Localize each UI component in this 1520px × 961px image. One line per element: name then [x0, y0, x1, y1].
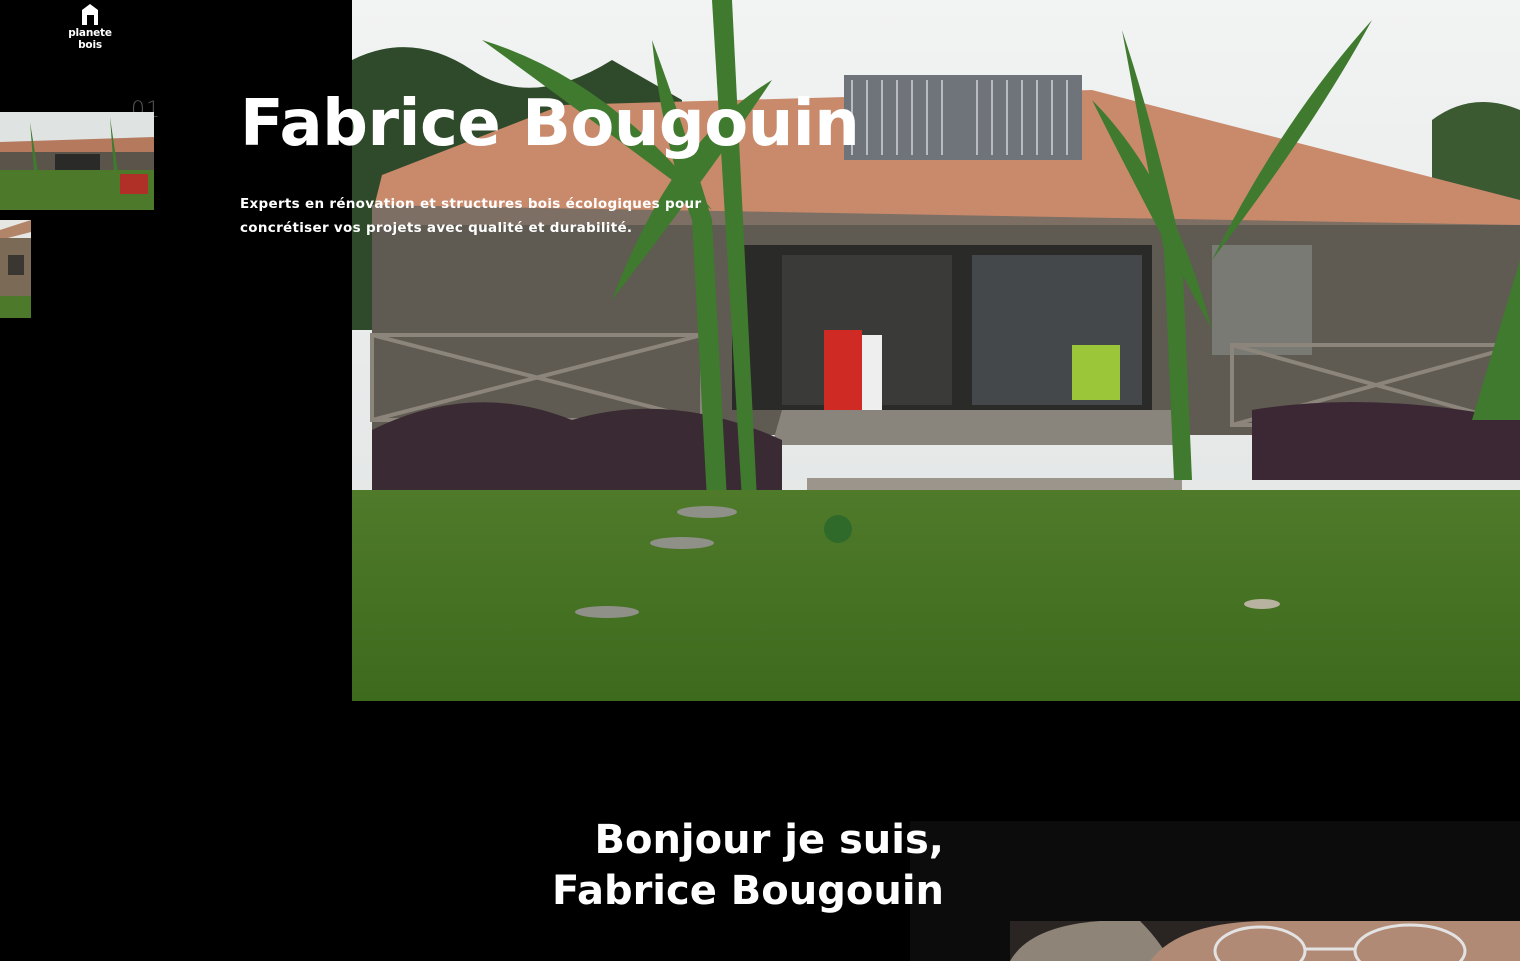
house-logo-icon — [82, 4, 98, 25]
hero-title: Fabrice Bougouin — [240, 87, 860, 161]
brand-logo[interactable]: planete bois — [56, 2, 124, 51]
intro-line-2: Fabrice Bougouin — [551, 868, 944, 914]
brand-name: planete bois — [68, 27, 112, 51]
portrait-photo — [1010, 921, 1520, 961]
slide-thumbnail[interactable] — [0, 112, 154, 210]
intro-line-1: Bonjour je suis, — [594, 817, 944, 863]
slide-thumbnail[interactable] — [0, 220, 31, 318]
intro-heading: Bonjour je suis, Fabrice Bougouin — [552, 815, 944, 917]
hero-subtitle: Experts en rénovation et structures bois… — [240, 196, 702, 236]
